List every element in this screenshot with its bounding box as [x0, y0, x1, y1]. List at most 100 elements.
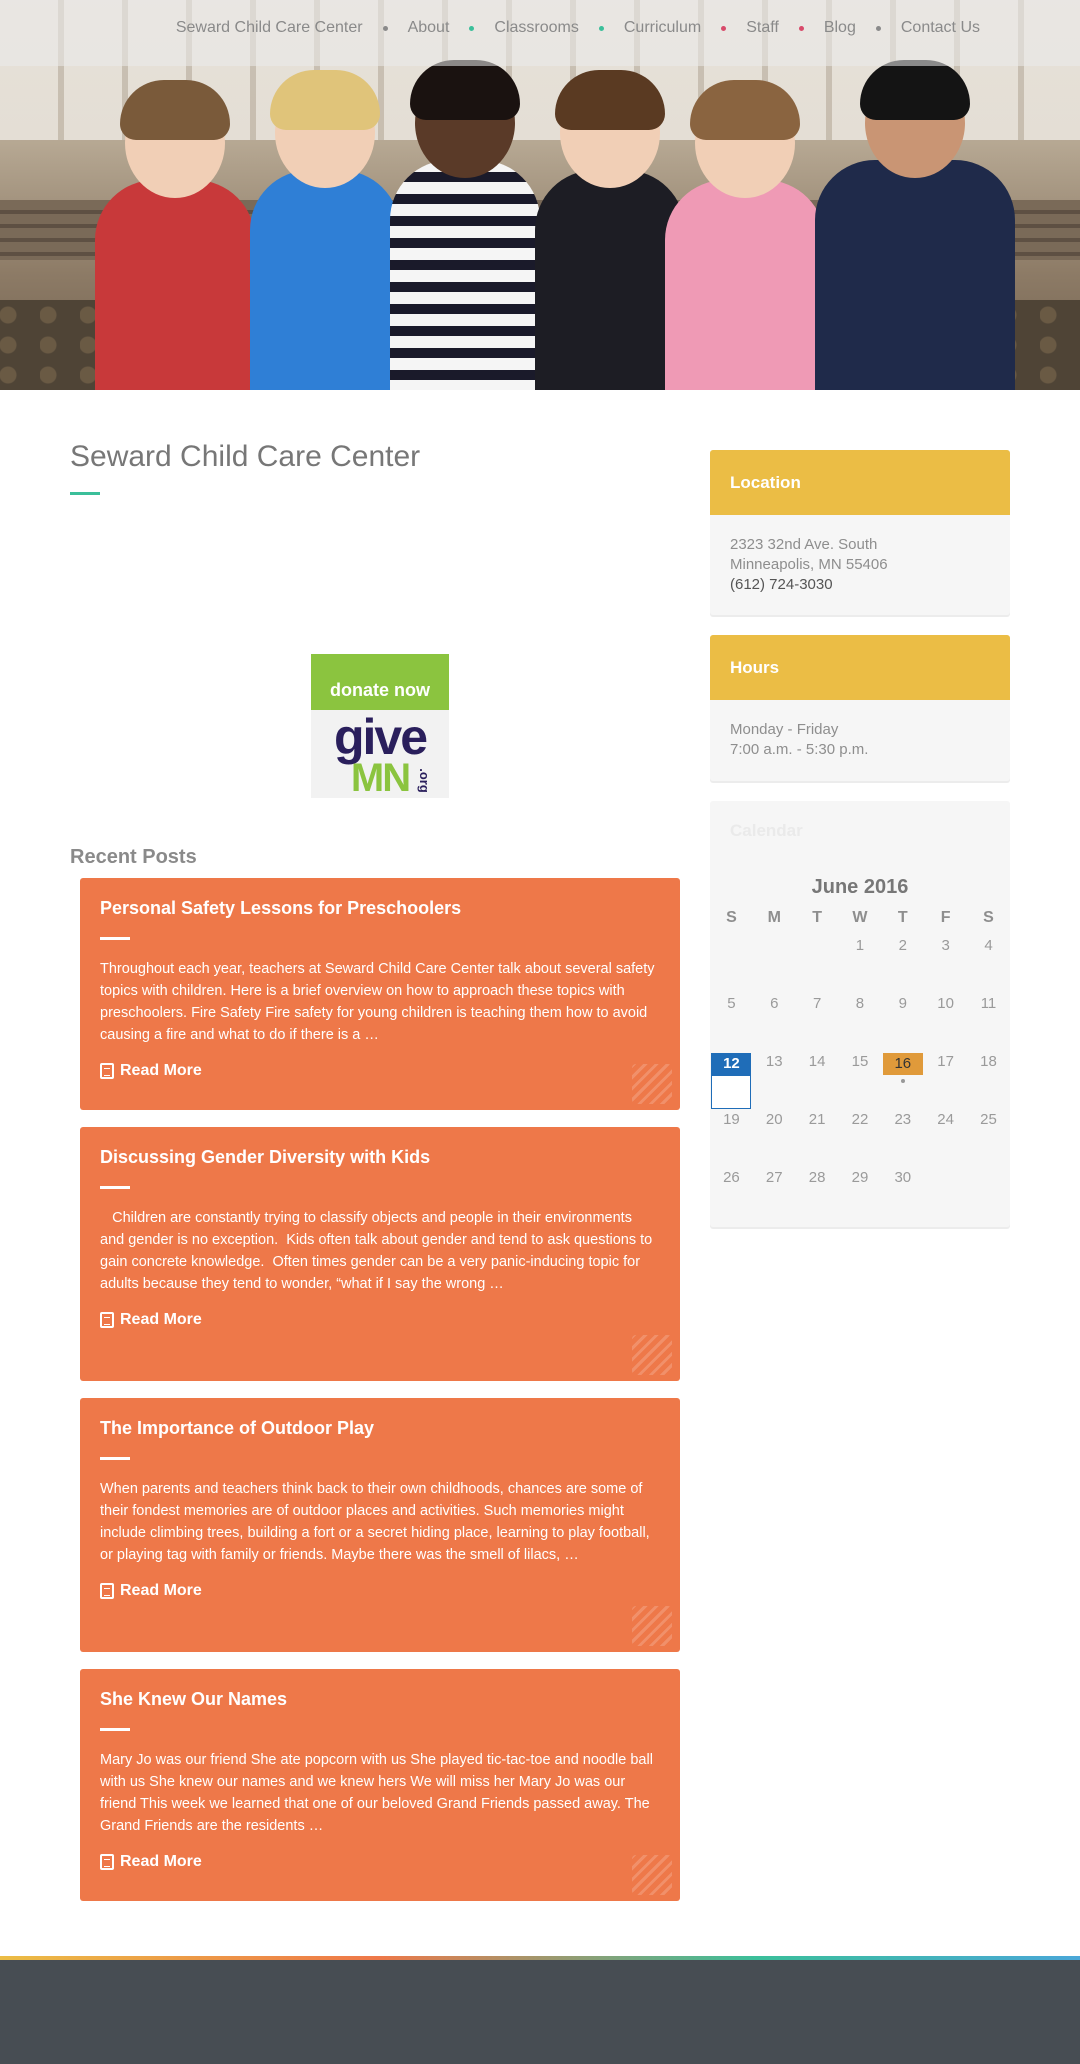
nav-about[interactable]: About [388, 19, 470, 37]
calendar-day-number: 22 [851, 1111, 869, 1128]
calendar-day[interactable]: 13 [753, 1051, 796, 1109]
calendar-day-number: 17 [937, 1053, 954, 1070]
address-line-1: 2323 32nd Ave. South [730, 536, 878, 553]
calendar-day[interactable]: 15 [839, 1051, 882, 1109]
calendar-day[interactable]: 27 [753, 1167, 796, 1225]
event-dot-icon [900, 1079, 905, 1083]
hero-image: Seward Child Care Center About Classroom… [0, 0, 1080, 390]
calendar-empty-cell [924, 1167, 967, 1225]
calendar-day-number: 12 [711, 1053, 752, 1075]
calendar-day-number: 7 [812, 995, 822, 1012]
calendar-week-row: 5 6 7 8 9 10 11 [710, 993, 1010, 1051]
calendar-day[interactable]: 21 [796, 1109, 839, 1167]
calendar-empty-cell [967, 1167, 1010, 1225]
calendar-day[interactable]: 22 [839, 1109, 882, 1167]
child-figure [95, 80, 255, 390]
phone-number[interactable]: (612) 724-3030 [730, 575, 990, 595]
calendar-empty-cell [710, 935, 753, 993]
calendar-day-number: 28 [808, 1169, 826, 1186]
child-figure [665, 80, 825, 390]
nav-classrooms[interactable]: Classrooms [474, 19, 598, 37]
calendar-day-number: 29 [851, 1169, 869, 1186]
calendar-day[interactable]: 7 [796, 993, 839, 1051]
nav-blog[interactable]: Blog [804, 19, 876, 37]
calendar-day-number: 1 [855, 937, 865, 954]
nav-contact[interactable]: Contact Us [881, 19, 1000, 37]
calendar-day-number: 19 [723, 1111, 740, 1128]
calendar-day[interactable]: 11 [967, 993, 1010, 1051]
address-line-2: Minneapolis, MN 55406 [730, 556, 888, 573]
nav-home[interactable]: Seward Child Care Center [156, 19, 383, 37]
today-highlight-box [711, 1075, 751, 1109]
calendar-grid: S M T W T F S 1 2 3 4 5 6 7 8 9 10 11 12 13 14 15 16 17 1… [710, 909, 1010, 1225]
calendar-heading: Calendar [730, 821, 803, 840]
pencil-watermark-icon [632, 1064, 672, 1104]
pencil-watermark-icon [632, 1606, 672, 1646]
child-figure [250, 70, 400, 390]
post-card: Personal Safety Lessons for Preschoolers… [80, 878, 680, 1110]
givemn-donate-badge[interactable]: donate now give MN .org [311, 654, 449, 798]
calendar-day[interactable]: 24 [924, 1109, 967, 1167]
calendar-day-number: 5 [727, 995, 736, 1012]
read-more-link[interactable]: Read More [100, 1062, 660, 1080]
calendar-day[interactable]: 8 [839, 993, 882, 1051]
read-more-link[interactable]: Read More [100, 1582, 660, 1600]
calendar-day[interactable]: 4 [967, 935, 1010, 993]
calendar-day[interactable]: 16 [881, 1051, 924, 1109]
givemn-logo-give: give [333, 709, 428, 765]
calendar-day[interactable]: 9 [881, 993, 924, 1051]
nav-curriculum[interactable]: Curriculum [604, 19, 721, 37]
calendar-day[interactable]: 28 [796, 1167, 839, 1225]
footer [0, 1960, 1080, 2064]
calendar-day[interactable]: 26 [710, 1167, 753, 1225]
calendar-day-number: 14 [808, 1053, 826, 1070]
document-icon [100, 1854, 114, 1870]
post-title[interactable]: Discussing Gender Diversity with Kids [100, 1147, 660, 1168]
calendar-day[interactable]: 18 [967, 1051, 1010, 1109]
document-icon [100, 1312, 114, 1328]
read-more-label: Read More [120, 1062, 202, 1079]
donate-now-label: donate now [311, 654, 449, 710]
calendar-day[interactable]: 29 [839, 1167, 882, 1225]
calendar-day[interactable]: 17 [924, 1051, 967, 1109]
post-title-underline [100, 1728, 130, 1731]
child-figure [535, 70, 685, 390]
calendar-day[interactable]: 19 [710, 1109, 753, 1167]
post-title-underline [100, 937, 130, 940]
calendar-dow-row: S M T W T F S [710, 909, 1010, 935]
post-title[interactable]: The Importance of Outdoor Play [100, 1418, 660, 1439]
post-title[interactable]: Personal Safety Lessons for Preschoolers [100, 898, 660, 919]
calendar-day[interactable]: 30 [881, 1167, 924, 1225]
recent-posts-heading: Recent Posts [70, 846, 197, 868]
location-widget: Location 2323 32nd Ave. South Minneapoli… [710, 450, 1010, 615]
calendar-day[interactable]: 5 [710, 993, 753, 1051]
page-title: Seward Child Care Center [70, 440, 421, 473]
calendar-day-number: 25 [980, 1111, 997, 1128]
calendar-day[interactable]: 12 [710, 1051, 753, 1109]
document-icon [100, 1583, 114, 1599]
calendar-day[interactable]: 25 [967, 1109, 1010, 1167]
calendar-day[interactable]: 3 [924, 935, 967, 993]
calendar-day[interactable]: 20 [753, 1109, 796, 1167]
read-more-link[interactable]: Read More [100, 1311, 660, 1329]
post-excerpt: When parents and teachers think back to … [100, 1481, 650, 1563]
calendar-day[interactable]: 2 [881, 935, 924, 993]
post-title[interactable]: She Knew Our Names [100, 1689, 660, 1710]
read-more-link[interactable]: Read More [100, 1853, 660, 1871]
post-excerpt: Throughout each year, teachers at Seward… [100, 961, 655, 1043]
calendar-day[interactable]: 14 [796, 1051, 839, 1109]
nav-staff[interactable]: Staff [726, 19, 799, 37]
calendar-day-number: 6 [770, 995, 779, 1012]
calendar-day-number: 20 [765, 1111, 783, 1128]
dow-label: T [812, 909, 822, 926]
hours-times: 7:00 a.m. - 5:30 p.m. [730, 741, 869, 758]
givemn-logo-org: .org [417, 768, 433, 793]
post-title-underline [100, 1457, 130, 1460]
calendar-day[interactable]: 10 [924, 993, 967, 1051]
calendar-day[interactable]: 1 [839, 935, 882, 993]
pencil-watermark-icon [632, 1335, 672, 1375]
calendar-week-row: 12 13 14 15 16 17 18 [710, 1051, 1010, 1109]
calendar-day[interactable]: 6 [753, 993, 796, 1051]
calendar-day[interactable]: 23 [881, 1109, 924, 1167]
calendar-day-number: 11 [980, 995, 997, 1012]
